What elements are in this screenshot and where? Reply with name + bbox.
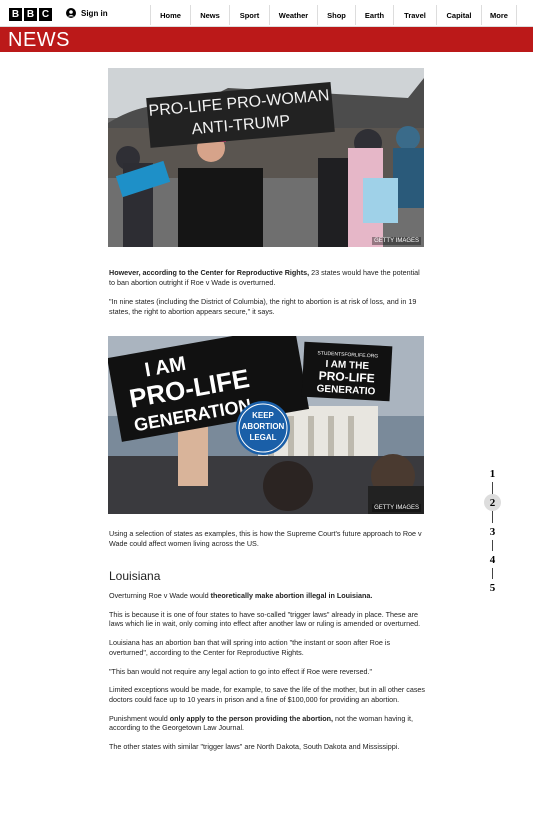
- logo-letter-b2: B: [24, 8, 37, 21]
- nav-shop[interactable]: Shop: [317, 5, 355, 25]
- step-3[interactable]: 3: [484, 523, 501, 540]
- nav-more[interactable]: More: [481, 5, 517, 25]
- signin-label: Sign in: [81, 8, 108, 18]
- step-2[interactable]: 2: [484, 494, 501, 511]
- sign4-text-3: LEGAL: [249, 433, 276, 442]
- logo-letter-b1: B: [9, 8, 22, 21]
- sign4-text-2: ABORTION: [242, 422, 285, 431]
- paragraph-4: Overturning Roe v Wade would theoretical…: [109, 591, 427, 601]
- paragraph-10: The other states with similar "trigger l…: [109, 742, 400, 752]
- paragraph-8: Limited exceptions would be made, for ex…: [109, 685, 426, 705]
- paragraph-5: This is because it is one of four states…: [109, 609, 421, 629]
- paragraph-1-bold: However, according to the Center for Rep…: [109, 268, 310, 277]
- paragraph-7: "This ban would not require any legal ac…: [109, 666, 373, 676]
- photo-credit-2: GETTY IMAGES: [372, 504, 421, 512]
- main-nav: Home News Sport Weather Shop Earth Trave…: [150, 5, 517, 25]
- signin-link[interactable]: Sign in: [66, 8, 108, 18]
- photo-protest-2: I AM PRO-LIFE GENERATION STUDENTSFORLIFE…: [108, 336, 424, 514]
- sign3-text-2: PRO-LIFE: [318, 369, 375, 386]
- nav-earth[interactable]: Earth: [355, 5, 393, 25]
- paragraph-9-bold: only apply to the person providing the a…: [169, 713, 334, 723]
- step-1[interactable]: 1: [484, 465, 501, 482]
- nav-news[interactable]: News: [190, 5, 229, 25]
- paragraph-9: Punishment would only apply to the perso…: [109, 714, 427, 733]
- step-5[interactable]: 5: [484, 579, 501, 596]
- article-text-3: Overturning Roe v Wade would theoretical…: [109, 591, 427, 752]
- paragraph-9-pre: Punishment would: [109, 713, 170, 723]
- section-heading: Louisiana: [109, 569, 161, 583]
- article-text-2: Using a selection of states as examples,…: [109, 529, 427, 548]
- protest-photo-illustration: PRO-LIFE PRO-WOMAN ANTI-TRUMP: [108, 68, 424, 247]
- paragraph-1: However, according to the Center for Rep…: [109, 268, 427, 287]
- photo-protest-1: PRO-LIFE PRO-WOMAN ANTI-TRUMP GETTY IMAG…: [108, 68, 424, 247]
- paragraph-4-pre: Overturning Roe v Wade would: [109, 591, 211, 600]
- step-4[interactable]: 4: [484, 551, 501, 568]
- nav-home[interactable]: Home: [150, 5, 190, 25]
- news-label[interactable]: NEWS: [8, 29, 70, 52]
- protest-photo-illustration-2: I AM PRO-LIFE GENERATION STUDENTSFORLIFE…: [108, 336, 424, 514]
- top-bar: B B C Sign in Home News Sport Weather Sh…: [0, 0, 533, 27]
- nav-capital[interactable]: Capital: [436, 5, 481, 25]
- paragraph-3: Using a selection of states as examples,…: [109, 529, 422, 548]
- photo-credit-1: GETTY IMAGES: [372, 237, 421, 245]
- nav-weather[interactable]: Weather: [269, 5, 317, 25]
- nav-travel[interactable]: Travel: [393, 5, 436, 25]
- logo-letter-c: C: [39, 8, 52, 21]
- news-bar: NEWS: [0, 27, 533, 52]
- paragraph-4-bold: theoretically make abortion illegal in L…: [210, 591, 373, 600]
- user-icon: [66, 8, 76, 18]
- article-text-1: However, according to the Center for Rep…: [109, 268, 427, 317]
- paragraph-6: Louisiana has an abortion ban that will …: [109, 638, 391, 657]
- sign4-text-1: KEEP: [252, 411, 274, 420]
- bbc-logo[interactable]: B B C: [9, 8, 52, 21]
- paragraph-2: "In nine states (including the District …: [109, 297, 417, 317]
- nav-sport[interactable]: Sport: [229, 5, 269, 25]
